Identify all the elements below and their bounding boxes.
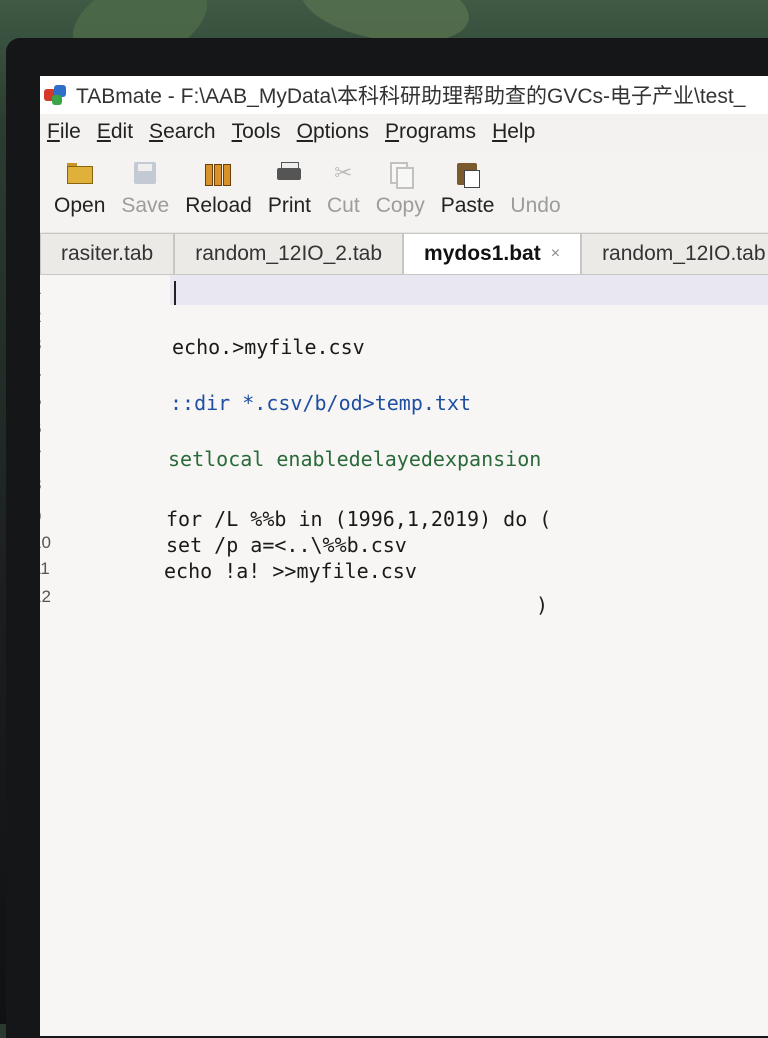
save-button[interactable]: Save [121, 150, 169, 218]
line-number: 5 [40, 391, 58, 411]
code-text: for /L %%b in (1996,1,2019) do ( [166, 507, 552, 531]
editor-line: 4 [40, 363, 768, 391]
open-folder-icon [64, 158, 96, 188]
menu-options[interactable]: Options [297, 120, 369, 144]
file-tab-bar: rasiter.tab random_12IO_2.tab mydos1.bat… [40, 232, 768, 275]
editor-line: 3 echo.>myfile.csv [40, 335, 768, 363]
code-text: echo !a! >>myfile.csv [164, 559, 417, 583]
text-caret [174, 281, 176, 305]
open-button[interactable]: Open [54, 150, 105, 218]
line-number: 1 [40, 279, 58, 299]
editor-line: 1 [40, 279, 768, 307]
tab-random-12io[interactable]: random_12IO.tab [581, 233, 768, 274]
tabmate-app-icon [42, 83, 70, 107]
menu-bar: File Edit Search Tools Options Programs … [40, 114, 768, 150]
scissors-icon: ✂ [334, 160, 353, 185]
print-button[interactable]: Print [268, 150, 311, 218]
editor-line: 10 set /p a=<..\%%b.csv [40, 533, 768, 561]
close-tab-icon[interactable]: × [551, 245, 560, 263]
line-number: 9 [40, 507, 58, 527]
menu-file[interactable]: File [47, 120, 81, 144]
paste-button[interactable]: Paste [441, 150, 494, 218]
editor-line: 2 [40, 307, 768, 335]
copy-icon [384, 158, 416, 189]
code-text: set /p a=<..\%%b.csv [166, 533, 407, 557]
clipboard-icon [452, 158, 484, 188]
tab-rasiter[interactable]: rasiter.tab [40, 233, 175, 274]
line-number: 2 [40, 307, 58, 327]
code-text: setlocal enabledelayedexpansion [168, 447, 542, 471]
code-text: ::dir *.csv/b/od>temp.txt [170, 391, 472, 415]
line-number: 12 [40, 587, 51, 606]
menu-programs[interactable]: Programs [385, 120, 476, 144]
line-number: 4 [40, 363, 58, 383]
tab-random-12io-2[interactable]: random_12IO_2.tab [174, 233, 404, 274]
line-number: 3 [40, 335, 58, 355]
menu-search[interactable]: Search [149, 120, 216, 144]
menu-tools[interactable]: Tools [232, 120, 281, 144]
app-window: TABmate - F:\AAB_MyData\本科科研助理帮助查的GVCs-电… [40, 76, 768, 1036]
tab-mydos1[interactable]: mydos1.bat × [403, 233, 582, 274]
editor-line: 8 [40, 475, 768, 503]
code-text: echo.>myfile.csv [172, 335, 365, 359]
editor-line: 5 ::dir *.csv/b/od>temp.txt [40, 391, 768, 419]
reload-button[interactable]: Reload [185, 150, 252, 218]
copy-button[interactable]: Copy [376, 150, 425, 218]
undo-icon [520, 158, 552, 188]
line-number: 10 [40, 533, 51, 552]
toolbar: Open Save Reload Print ✂ Cut Copy Paste [40, 150, 768, 232]
reload-icon [203, 158, 235, 188]
editor-line: 11 echo !a! >>myfile.csv [40, 559, 768, 587]
code-text: ) [536, 593, 549, 617]
save-disk-icon [129, 158, 161, 188]
menu-edit[interactable]: Edit [97, 120, 133, 144]
undo-button[interactable]: Undo [510, 150, 560, 218]
line-number: 11 [40, 559, 50, 578]
editor-line: 12 ) [40, 587, 768, 617]
title-bar: TABmate - F:\AAB_MyData\本科科研助理帮助查的GVCs-电… [40, 76, 768, 114]
editor-line: 6 [40, 419, 768, 447]
code-editor[interactable]: 1 2 3 echo.>myfile.csv 4 5 ::dir *.csv/b… [40, 275, 768, 1036]
line-number: 7 [40, 447, 58, 467]
editor-line: 7 setlocal enabledelayedexpansion [40, 447, 768, 475]
editor-line: 9 for /L %%b in (1996,1,2019) do ( [40, 507, 768, 535]
line-number: 6 [40, 419, 58, 439]
window-title: TABmate - F:\AAB_MyData\本科科研助理帮助查的GVCs-电… [76, 85, 746, 108]
printer-icon [273, 158, 305, 188]
line-number: 8 [40, 475, 58, 495]
menu-help[interactable]: Help [492, 120, 535, 144]
cut-button[interactable]: ✂ Cut [327, 150, 360, 218]
